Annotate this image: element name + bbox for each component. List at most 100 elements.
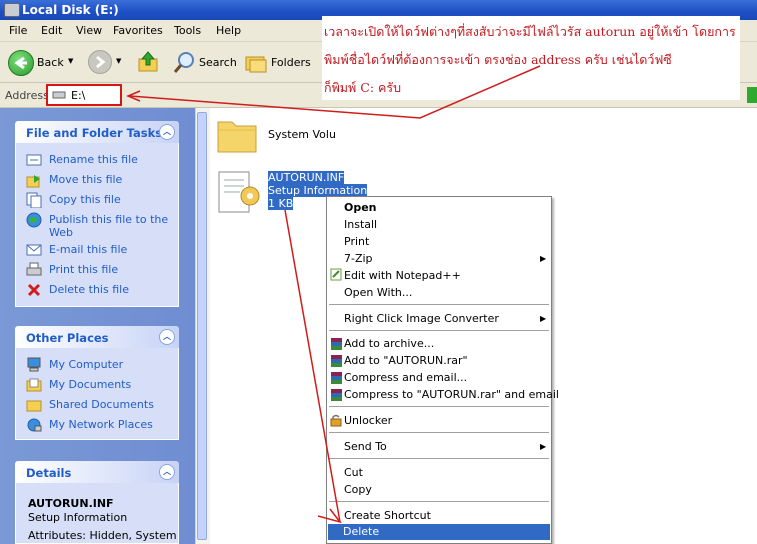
winrar-icon <box>331 372 342 384</box>
menu-item-install[interactable]: Install <box>344 218 377 231</box>
address-value: E:\ <box>71 89 86 102</box>
search-button[interactable]: Search <box>172 50 237 74</box>
forward-dropdown-icon[interactable]: ▼ <box>116 57 121 65</box>
menu-item-delete-highlight[interactable]: Delete <box>328 524 550 540</box>
drive-icon <box>52 91 66 99</box>
menu-file[interactable]: File <box>9 24 27 37</box>
menu-item-create-shortcut[interactable]: Create Shortcut <box>344 509 431 522</box>
back-dropdown-icon[interactable]: ▼ <box>68 57 73 65</box>
task-email[interactable]: E-mail this file <box>49 243 127 256</box>
forward-button[interactable] <box>88 50 112 74</box>
menu-favorites[interactable]: Favorites <box>113 24 163 37</box>
rename-icon <box>26 154 42 166</box>
file-name-autorun[interactable]: AUTORUN.INF <box>268 171 345 184</box>
folder-icon[interactable] <box>216 116 260 156</box>
unlocker-icon <box>330 414 342 427</box>
file-folder-tasks-title: File and Folder Tasks <box>26 126 163 140</box>
menu-item-send-to[interactable]: Send To <box>344 440 387 453</box>
menu-tools[interactable]: Tools <box>174 24 201 37</box>
scrollbar-thumb[interactable] <box>197 112 207 540</box>
menu-item-delete[interactable]: Delete <box>343 525 379 538</box>
context-menu: Open Install Print 7-Zip ▶ Edit with Not… <box>326 196 559 544</box>
network-places-icon <box>27 418 42 432</box>
menu-item-add-archive[interactable]: Add to archive... <box>344 337 434 350</box>
place-my-computer[interactable]: My Computer <box>49 358 123 371</box>
menu-separator <box>329 432 549 433</box>
winrar-icon <box>331 338 342 350</box>
place-my-documents[interactable]: My Documents <box>49 378 131 391</box>
drive-icon <box>4 3 20 17</box>
collapse-chevron-icon[interactable]: ︿ <box>159 124 175 140</box>
place-my-network-places[interactable]: My Network Places <box>49 418 153 431</box>
task-rename[interactable]: Rename this file <box>49 153 138 166</box>
menu-item-copy[interactable]: Copy <box>344 483 372 496</box>
up-folder-button[interactable] <box>136 50 160 74</box>
menu-view[interactable]: View <box>76 24 102 37</box>
details-header[interactable]: Details ︿ <box>15 461 179 483</box>
menu-item-add-to-rar[interactable]: Add to "AUTORUN.rar" <box>344 354 468 367</box>
folders-icon <box>245 56 267 73</box>
folders-label: Folders <box>271 56 311 69</box>
submenu-arrow-icon: ▶ <box>540 442 547 451</box>
menu-item-open[interactable]: Open <box>344 201 377 214</box>
winrar-icon <box>331 389 342 401</box>
menu-item-image-converter[interactable]: Right Click Image Converter <box>344 312 499 325</box>
my-computer-icon <box>27 357 41 372</box>
menu-item-7zip[interactable]: 7-Zip <box>344 252 373 265</box>
address-label: Address <box>5 89 49 102</box>
menu-item-compress-rar-email[interactable]: Compress to "AUTORUN.rar" and email <box>344 388 559 401</box>
details-file-type: Setup Information <box>28 511 128 524</box>
place-shared-documents[interactable]: Shared Documents <box>49 398 154 411</box>
other-places-header[interactable]: Other Places ︿ <box>15 326 179 348</box>
file-name-system-volume[interactable]: System Volu <box>268 128 336 141</box>
annotation-line-3: ก็พิมพ์ C: ครับ <box>324 80 402 95</box>
menu-separator <box>329 406 549 407</box>
menu-item-unlocker[interactable]: Unlocker <box>344 414 392 427</box>
menu-item-cut[interactable]: Cut <box>344 466 363 479</box>
submenu-arrow-icon: ▶ <box>540 254 547 263</box>
menu-item-print[interactable]: Print <box>344 235 369 248</box>
back-label: Back <box>37 56 64 69</box>
task-publish[interactable]: Publish this file to the <box>49 213 168 226</box>
inf-file-icon[interactable] <box>216 170 262 216</box>
collapse-chevron-icon[interactable]: ︿ <box>159 329 175 345</box>
my-documents-icon <box>26 378 42 392</box>
menu-item-notepadpp[interactable]: Edit with Notepad++ <box>344 269 461 282</box>
back-button[interactable]: Back <box>8 50 64 76</box>
details-file-name: AUTORUN.INF <box>28 497 114 510</box>
task-print[interactable]: Print this file <box>49 263 118 276</box>
details-title: Details <box>26 466 72 480</box>
address-input[interactable]: E:\ <box>46 84 122 106</box>
details-attributes: Attributes: Hidden, System <box>28 529 177 542</box>
delete-x-icon <box>27 283 41 297</box>
printer-icon <box>26 262 42 276</box>
notepad-plus-icon <box>330 268 342 281</box>
search-label: Search <box>199 56 237 69</box>
task-publish-web[interactable]: Web <box>49 226 73 239</box>
other-places-title: Other Places <box>26 331 109 345</box>
task-move[interactable]: Move this file <box>49 173 122 186</box>
menu-item-compress-email[interactable]: Compress and email... <box>344 371 467 384</box>
email-icon <box>26 244 42 256</box>
annotation-line-2: พิมพ์ชื่อไดว์ฟที่ต้องการจะเข้า ตรงช่อง a… <box>324 52 672 67</box>
move-icon <box>26 175 40 188</box>
file-folder-tasks-header[interactable]: File and Folder Tasks ︿ <box>15 121 179 143</box>
file-size-autorun[interactable]: 1 KB <box>268 197 294 210</box>
copy-icon <box>26 192 42 208</box>
collapse-chevron-icon[interactable]: ︿ <box>159 464 175 480</box>
task-delete[interactable]: Delete this file <box>49 283 129 296</box>
globe-icon <box>26 212 42 228</box>
task-copy[interactable]: Copy this file <box>49 193 121 206</box>
search-icon <box>173 52 194 73</box>
menu-separator <box>329 458 549 459</box>
winrar-icon <box>331 355 342 367</box>
shared-folder-icon <box>26 400 42 412</box>
annotation-line-1: เวลาจะเปิดให้ไดว์ฟต่างๆที่สงสับว่าจะมีไฟ… <box>324 24 736 39</box>
menu-separator <box>329 304 549 305</box>
folders-button[interactable]: Folders <box>244 50 311 74</box>
menu-help[interactable]: Help <box>216 24 241 37</box>
menu-edit[interactable]: Edit <box>41 24 62 37</box>
menu-item-open-with[interactable]: Open With... <box>344 286 412 299</box>
submenu-arrow-icon: ▶ <box>540 314 547 323</box>
go-button[interactable] <box>747 87 757 103</box>
